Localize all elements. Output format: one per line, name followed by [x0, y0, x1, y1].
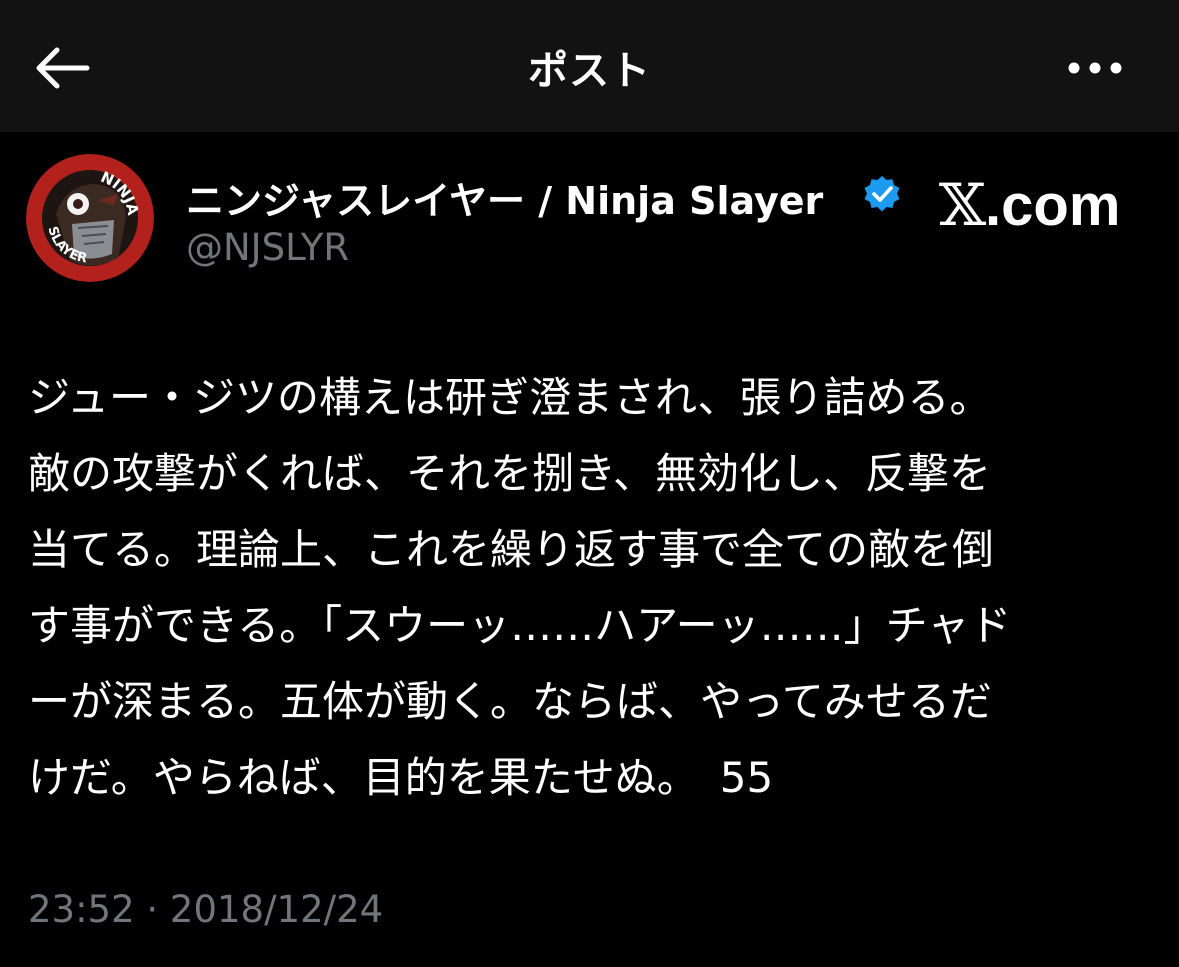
- top-bar: ポスト: [0, 0, 1179, 132]
- author-display-name[interactable]: ニンジャスレイヤー / Ninja Slayer: [186, 170, 823, 225]
- avatar[interactable]: NINJA SLAYER: [26, 154, 154, 282]
- more-horizontal-icon: [1068, 62, 1122, 74]
- post-line: 敵の攻撃がくれば、それを捌き、無効化し、反撃を: [28, 449, 992, 498]
- post-line: 当てる。理論上、これを繰り返す事で全ての敵を倒: [28, 525, 995, 574]
- post-timestamp[interactable]: 23:52 · 2018/12/24: [28, 888, 383, 931]
- watermark-suffix: .com: [985, 173, 1121, 238]
- x-com-watermark: 𝕏.com: [938, 170, 1121, 241]
- post-line: す事ができる。「スウーッ……ハアーッ……」チャド: [28, 601, 1012, 650]
- post-body: ジュー・ジツの構えは研ぎ澄まされ、張り詰める。 敵の攻撃がくれば、それを捌き、無…: [28, 360, 1158, 816]
- x-logo-icon: 𝕏: [938, 171, 987, 239]
- author-handle[interactable]: @NJSLYR: [186, 226, 349, 269]
- post-line: ーが深まる。五体が動く。ならば、やってみせるだ: [28, 677, 992, 726]
- post-line: ジュー・ジツの構えは研ぎ澄まされ、張り詰める。: [28, 373, 992, 422]
- more-button[interactable]: [1060, 44, 1130, 92]
- page-title: ポスト: [528, 48, 651, 94]
- verified-badge-icon: [864, 176, 900, 212]
- post-line: けだ。やらねば、目的を果たせぬ。 55: [28, 753, 774, 802]
